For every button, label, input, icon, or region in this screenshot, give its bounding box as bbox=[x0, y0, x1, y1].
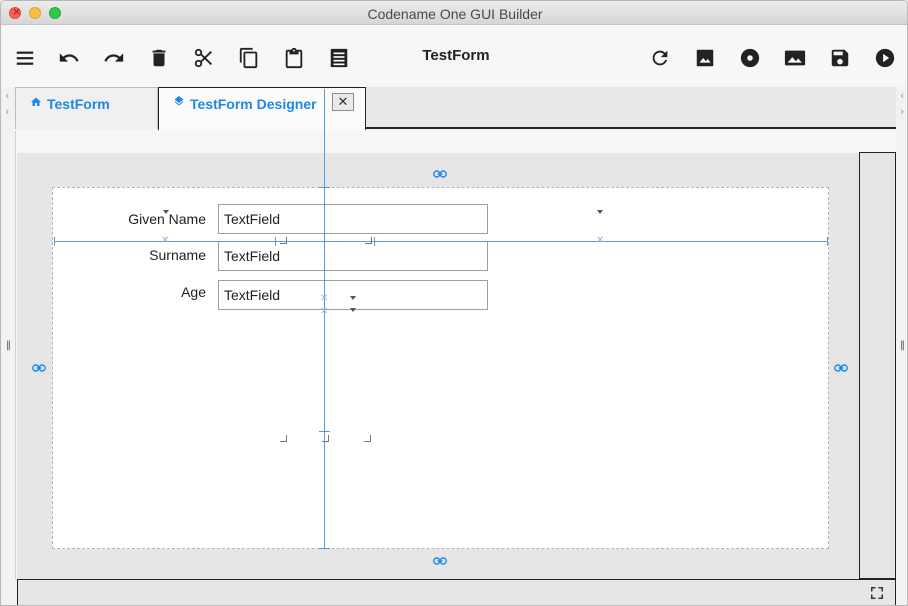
bottom-panel bbox=[17, 579, 896, 605]
given-name-label[interactable]: Given Name bbox=[96, 211, 206, 227]
guide-tick bbox=[54, 237, 55, 246]
list-button[interactable] bbox=[326, 45, 352, 71]
link-icon[interactable] bbox=[433, 556, 447, 566]
link-icon[interactable] bbox=[834, 363, 848, 373]
disc-button[interactable] bbox=[737, 45, 763, 71]
scroll-left-icon[interactable]: ‹ bbox=[5, 89, 9, 102]
close-icon: ✕ bbox=[337, 94, 349, 110]
guide-tick bbox=[319, 187, 330, 188]
refresh-icon bbox=[652, 50, 668, 66]
save-button[interactable] bbox=[827, 45, 853, 71]
scroll-right-icon[interactable]: › bbox=[5, 105, 9, 118]
cut-icon bbox=[194, 48, 212, 68]
scroll-left-icon[interactable]: ‹ bbox=[900, 89, 904, 102]
anchor-x-icon: ✕ bbox=[320, 306, 329, 317]
tab-label: TestForm Designer bbox=[190, 96, 317, 112]
resize-handle[interactable] bbox=[322, 435, 329, 442]
link-icon[interactable] bbox=[32, 363, 46, 373]
guide-tick bbox=[827, 237, 828, 246]
copy-icon bbox=[239, 47, 258, 69]
home-icon bbox=[31, 97, 41, 106]
form-title: TestForm bbox=[422, 47, 490, 64]
toolbar: TestForm bbox=[1, 25, 907, 87]
anchor-x-icon: ✕ bbox=[161, 235, 170, 246]
link-icon[interactable] bbox=[433, 169, 447, 179]
guide-tick bbox=[319, 431, 330, 432]
right-resize-handle[interactable]: ‖ bbox=[900, 340, 905, 351]
copy-button[interactable] bbox=[236, 45, 262, 71]
cut-button[interactable] bbox=[191, 45, 217, 71]
resize-handle[interactable] bbox=[365, 237, 372, 244]
run-button[interactable] bbox=[872, 45, 898, 71]
anchor-x-icon: ✕ bbox=[596, 235, 605, 246]
dropdown-caret-icon[interactable] bbox=[350, 296, 356, 300]
anchor-x-icon: ✕ bbox=[320, 293, 329, 304]
paste-icon bbox=[285, 47, 303, 69]
layers-icon bbox=[174, 96, 184, 106]
title-bar: Codename One GUI Builder bbox=[1, 1, 907, 25]
refresh-button[interactable] bbox=[647, 45, 673, 71]
resize-handle[interactable] bbox=[280, 237, 287, 244]
image-icon bbox=[696, 49, 714, 67]
resize-handle[interactable] bbox=[364, 435, 371, 442]
right-panel bbox=[859, 152, 896, 579]
undo-icon bbox=[59, 53, 79, 62]
app-window: Codename One GUI Builder TestForm bbox=[0, 0, 908, 606]
guide-tick bbox=[275, 237, 276, 246]
resize-handle[interactable] bbox=[280, 435, 287, 442]
paste-button[interactable] bbox=[281, 45, 307, 71]
guide-tick bbox=[319, 548, 330, 549]
dropdown-caret-icon[interactable] bbox=[163, 210, 169, 214]
delete-button[interactable] bbox=[146, 45, 172, 71]
left-resize-handle[interactable]: ‖ bbox=[6, 340, 11, 351]
age-label[interactable]: Age bbox=[96, 284, 206, 300]
redo-button[interactable] bbox=[101, 45, 127, 71]
delete-icon bbox=[152, 49, 166, 67]
surname-label[interactable]: Surname bbox=[96, 247, 206, 263]
window-title: Codename One GUI Builder bbox=[367, 6, 543, 22]
horizontal-guide bbox=[54, 241, 828, 242]
scroll-right-icon[interactable]: › bbox=[900, 105, 904, 118]
close-tab-button[interactable]: ✕ bbox=[332, 93, 354, 111]
given-name-textfield[interactable]: TextField bbox=[218, 204, 488, 234]
menu-button[interactable] bbox=[12, 45, 38, 71]
tab-testform[interactable]: TestForm bbox=[15, 87, 158, 129]
redo-icon bbox=[104, 53, 124, 62]
surname-textfield[interactable]: TextField bbox=[218, 241, 488, 271]
save-icon bbox=[831, 49, 849, 67]
guide-tick bbox=[374, 237, 375, 246]
play-icon bbox=[875, 48, 895, 68]
vertical-guide bbox=[324, 89, 325, 549]
image-icon bbox=[784, 50, 806, 66]
undo-button[interactable] bbox=[56, 45, 82, 71]
image-wide-button[interactable] bbox=[782, 45, 808, 71]
age-textfield[interactable]: TextField bbox=[218, 280, 488, 310]
disc-icon bbox=[740, 48, 760, 68]
dropdown-caret-icon[interactable] bbox=[350, 308, 356, 312]
menu-icon bbox=[16, 51, 34, 65]
dropdown-caret-icon[interactable] bbox=[597, 210, 603, 214]
tab-label: TestForm bbox=[47, 96, 110, 112]
fullscreen-icon[interactable] bbox=[868, 584, 886, 602]
image-button[interactable] bbox=[692, 45, 718, 71]
list-icon bbox=[330, 48, 348, 68]
